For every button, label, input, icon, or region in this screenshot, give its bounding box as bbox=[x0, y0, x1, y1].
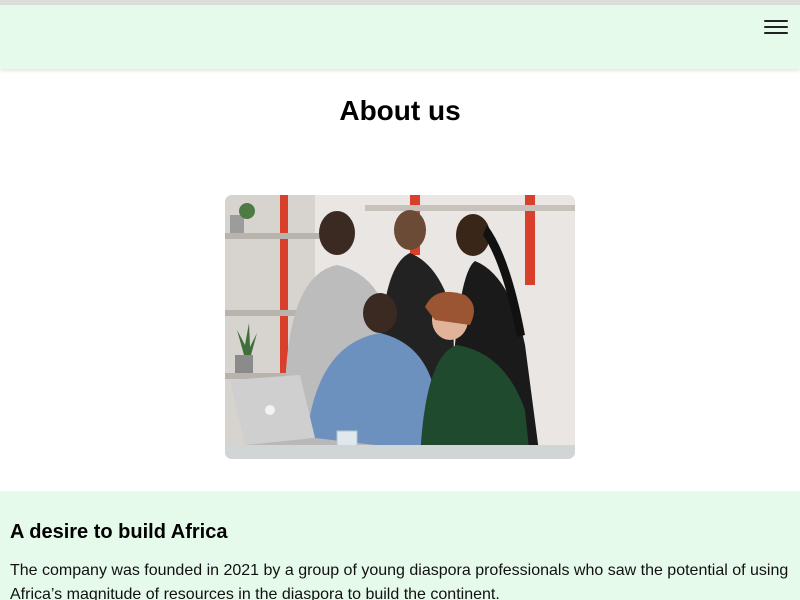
about-section: A desire to build Africa The company was… bbox=[0, 491, 800, 600]
hamburger-menu-icon[interactable] bbox=[762, 18, 790, 40]
section-heading: A desire to build Africa bbox=[10, 521, 228, 543]
section-body-text: The company was founded in 2021 by a gro… bbox=[10, 562, 789, 600]
team-photo bbox=[225, 195, 575, 459]
page-title: About us bbox=[339, 95, 461, 126]
site-header bbox=[0, 5, 800, 69]
